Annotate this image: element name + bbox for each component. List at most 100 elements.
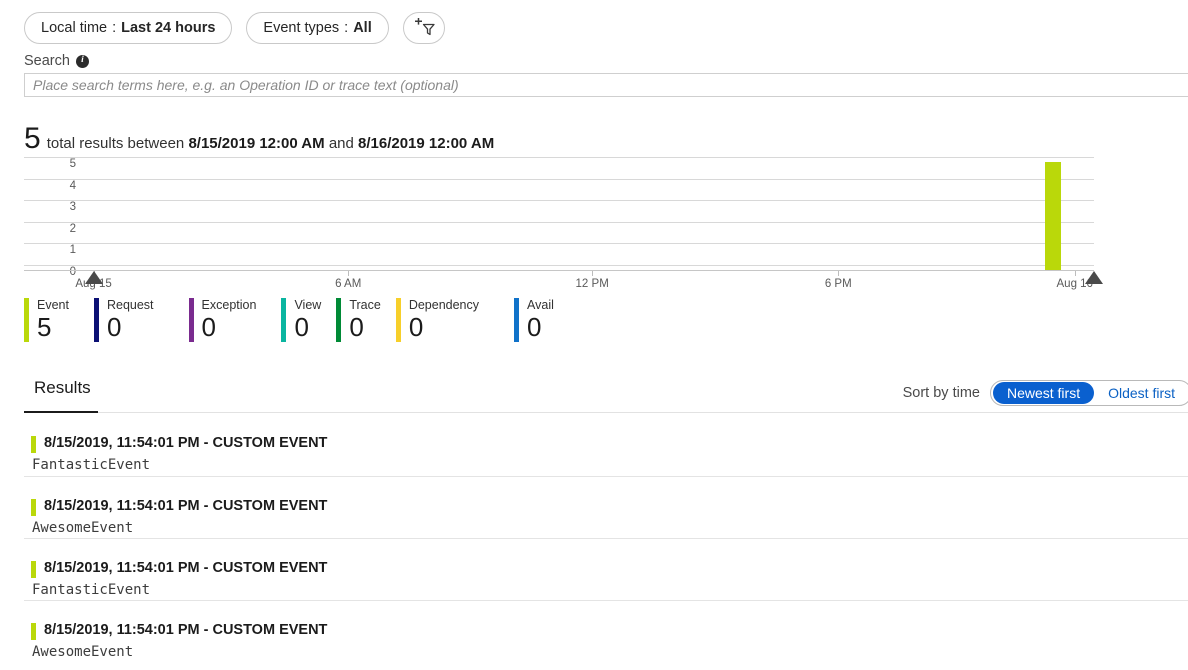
results-total-count: 5: [24, 122, 41, 155]
result-row-title: 8/15/2019, 11:54:01 PM - CUSTOM EVENT: [44, 560, 328, 576]
info-icon[interactable]: i: [75, 54, 89, 68]
chart-x-tick-label: 12 PM: [575, 278, 609, 290]
chart-y-tick-label: 0: [69, 266, 76, 278]
legend-item-label: Event: [37, 298, 69, 312]
legend-item-event[interactable]: Event 5: [24, 298, 69, 342]
chart-y-tick-label: 4: [69, 180, 76, 192]
legend-color-swatch: [24, 298, 29, 342]
result-row[interactable]: 8/15/2019, 11:54:01 PM - CUSTOM EVENT Fan…: [24, 538, 1188, 600]
local-time-filter-separator: :: [112, 20, 117, 36]
summary-lead: total results between: [46, 135, 185, 152]
chart-gridline: [24, 179, 1094, 180]
chart-x-tick-mark: [348, 271, 350, 276]
result-row-event-name: AwesomeEvent: [32, 520, 134, 536]
legend-item-request[interactable]: Request 0: [93, 298, 154, 342]
event-types-filter-key: Event types: [263, 20, 340, 36]
add-filter-funnel-icon: [414, 18, 435, 36]
chart-gridline: [24, 200, 1094, 201]
tab-results-active-underline: [24, 411, 98, 413]
chart-x-tick-mark: [1074, 271, 1076, 276]
summary-end-time: 8/16/2019 12:00 AM: [358, 135, 495, 152]
tab-results[interactable]: Results: [34, 378, 91, 406]
sort-option-newest[interactable]: Newest first: [992, 382, 1095, 404]
search-label-group: Search i: [24, 53, 89, 69]
legend-item-label: Exception: [201, 298, 257, 312]
app-root: Local time : Last 24 hours Event types :…: [0, 0, 1188, 670]
chart-x-tick-mark: [592, 271, 594, 276]
legend-color-swatch: [514, 298, 520, 342]
legend-item-exception[interactable]: Exception 0: [188, 298, 257, 342]
result-row-event-name: AwesomeEvent: [32, 644, 134, 660]
chart-y-tick-label: 2: [69, 223, 76, 235]
legend-color-swatch: [93, 298, 99, 342]
events-timeline-chart: 543210 Aug 15 6 AM 12 PM 6 PM Aug 16: [24, 152, 1174, 292]
result-row-accent-bar: [31, 499, 36, 516]
chart-y-tick-label: 3: [69, 201, 76, 213]
result-row-event-name: FantasticEvent: [32, 457, 151, 473]
result-row[interactable]: 8/15/2019, 11:54:01 PM - CUSTOM EVENT Awe…: [24, 476, 1188, 538]
sort-order-toggle[interactable]: Newest first Oldest first: [989, 380, 1188, 406]
results-header: Results Sort by time Newest first Oldest …: [24, 378, 1188, 413]
result-row-title: 8/15/2019, 11:54:01 PM - CUSTOM EVENT: [44, 498, 328, 514]
legend-color-swatch: [188, 298, 194, 342]
event-types-filter-value: All: [353, 20, 372, 36]
chart-x-axis-line: [24, 270, 1094, 271]
result-row-accent-bar: [31, 623, 36, 640]
legend-item-label: Avail: [527, 298, 554, 312]
legend-item-label: Dependency: [408, 298, 480, 312]
results-header-divider: [24, 412, 1188, 413]
results-list: 8/15/2019, 11:54:01 PM - CUSTOM EVENT Fan…: [24, 414, 1188, 662]
search-label: Search: [24, 53, 70, 69]
legend-item-avail[interactable]: Avail 0: [514, 298, 554, 342]
legend-item-value: 0: [294, 312, 309, 342]
chart-bar[interactable]: [1045, 162, 1062, 270]
results-summary-text: total results between 8/15/2019 12:00 AM…: [47, 135, 495, 152]
chart-plot-area[interactable]: 5 4 3 2 1 0: [24, 157, 1094, 278]
legend-item-trace[interactable]: Trace 0: [336, 298, 381, 342]
legend-color-swatch: [336, 298, 342, 342]
result-row-title: 8/15/2019, 11:54:01 PM - CUSTOM EVENT: [44, 622, 328, 638]
result-row[interactable]: 8/15/2019, 11:54:01 PM - CUSTOM EVENT Awe…: [24, 600, 1188, 662]
legend-color-swatch: [395, 298, 401, 342]
result-row[interactable]: 8/15/2019, 11:54:01 PM - CUSTOM EVENT Fan…: [24, 414, 1188, 476]
legend-item-dependency[interactable]: Dependency 0: [395, 298, 480, 342]
legend-item-label: Request: [106, 298, 154, 312]
range-start-handle[interactable]: [84, 271, 103, 284]
sort-control: Sort by time Newest first Oldest first: [903, 380, 1188, 406]
legend-item-value: 5: [37, 312, 52, 342]
results-summary: 5 total results between 8/15/2019 12:00 …: [24, 124, 494, 154]
legend-item-label: View: [294, 298, 322, 312]
chart-y-tick-label: 1: [69, 244, 76, 256]
local-time-filter-key: Local time: [41, 20, 108, 36]
chart-x-tick-label: 6 PM: [824, 278, 852, 290]
add-filter-button[interactable]: [402, 12, 445, 44]
legend-item-value: 0: [106, 312, 122, 342]
legend-item-value: 0: [527, 312, 542, 342]
legend-item-view[interactable]: View 0: [281, 298, 321, 342]
legend-item-value: 0: [201, 312, 216, 342]
event-types-filter-separator: :: [344, 20, 349, 36]
legend-item-label: Trace: [349, 298, 381, 312]
summary-start-time: 8/15/2019 12:00 AM: [188, 135, 325, 152]
legend-color-swatch: [281, 298, 287, 342]
result-row-event-name: FantasticEvent: [32, 582, 151, 598]
result-row-title: 8/15/2019, 11:54:01 PM - CUSTOM EVENT: [44, 435, 328, 451]
chart-x-tick-label: 6 AM: [335, 278, 362, 290]
legend-item-value: 0: [408, 312, 424, 342]
chart-gridline: [24, 157, 1094, 158]
range-end-handle[interactable]: [1085, 271, 1103, 284]
sort-option-oldest[interactable]: Oldest first: [1094, 382, 1188, 404]
chart-gridline: [24, 222, 1094, 223]
local-time-filter-value: Last 24 hours: [121, 20, 216, 36]
chart-y-tick-label: 5: [69, 158, 76, 170]
result-row-accent-bar: [31, 436, 36, 453]
chart-gridline: [24, 243, 1094, 244]
search-input[interactable]: [24, 73, 1188, 97]
legend-item-value: 0: [349, 312, 364, 342]
event-types-filter-pill[interactable]: Event types : All: [246, 12, 389, 44]
chart-legend: Event 5 Request 0 Exception 0 View 0 Trace 0 Depen…: [24, 298, 554, 342]
result-row-accent-bar: [31, 561, 36, 578]
local-time-filter-pill[interactable]: Local time : Last 24 hours: [24, 12, 233, 44]
sort-by-time-label: Sort by time: [902, 385, 980, 401]
chart-x-tick-mark: [838, 271, 840, 276]
